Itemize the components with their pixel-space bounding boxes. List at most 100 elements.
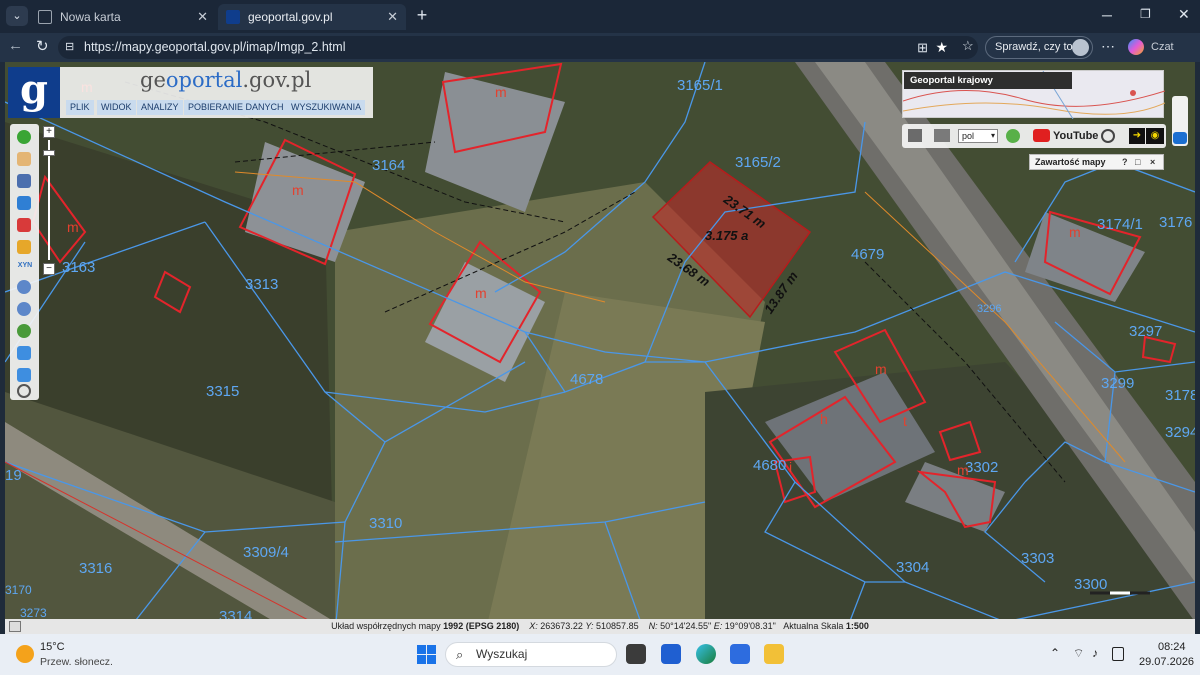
more-menu-icon[interactable]: ⋯ <box>1101 38 1115 55</box>
accessibility-icon[interactable] <box>1101 129 1115 143</box>
info-icon[interactable] <box>17 130 31 144</box>
map-contents-panel[interactable]: Zawartość mapy ? □ × <box>1029 154 1164 170</box>
eye-toggle-icon[interactable] <box>1173 132 1187 144</box>
edge-browser-icon[interactable] <box>696 644 716 664</box>
language-select[interactable]: pol ▾ <box>958 129 998 143</box>
close-panel-button[interactable]: × <box>1150 155 1155 169</box>
parcel-label[interactable]: 4678 <box>570 371 603 388</box>
zoom-track[interactable] <box>48 140 50 260</box>
pan-hand-icon[interactable] <box>17 152 31 166</box>
restore-button[interactable]: □ <box>1135 155 1140 169</box>
tab-geoportal[interactable]: geoportal.gov.pl ✕ <box>218 4 406 30</box>
url-field[interactable]: ⊟ https://mapy.geoportal.gov.pl/imap/Img… <box>58 36 978 59</box>
contrast-eye-icon[interactable]: ◉ <box>1146 128 1164 144</box>
weather-sun-icon[interactable] <box>16 645 34 663</box>
select-area-icon[interactable] <box>17 196 31 210</box>
battery-icon[interactable] <box>1112 647 1124 661</box>
task-view-icon[interactable] <box>626 644 646 664</box>
parcel-label[interactable]: 3176 <box>1159 214 1192 231</box>
tab-nowa-karta[interactable]: Nowa karta ✕ <box>30 4 216 30</box>
favorites-icon[interactable]: ☆ <box>962 38 974 54</box>
site-info-icon[interactable]: ⊟ <box>65 36 74 59</box>
wifi-icon[interactable]: ⌔ <box>1073 646 1084 661</box>
parcel-label[interactable]: 3316 <box>79 560 112 577</box>
parcel-label[interactable]: 3302 <box>965 459 998 476</box>
help-button[interactable]: ? <box>1122 155 1128 169</box>
parcel-label[interactable]: 3303 <box>1021 550 1054 567</box>
pencil-icon[interactable] <box>17 240 31 254</box>
volume-icon[interactable]: ♪ <box>1092 646 1098 660</box>
czat-label[interactable]: Czat <box>1151 41 1174 53</box>
zoom-slider[interactable]: + − <box>43 124 55 276</box>
zoom-minus-button[interactable]: − <box>43 263 55 275</box>
store-icon[interactable] <box>730 644 750 664</box>
parcel-label[interactable]: 3296 <box>977 303 1001 315</box>
parcel-label[interactable]: 3164 <box>372 157 405 174</box>
parcel-label[interactable]: 3178 <box>1165 387 1195 404</box>
parcel-label[interactable]: 3310 <box>369 515 402 532</box>
zoom-handle[interactable] <box>43 150 55 156</box>
weather-desc[interactable]: Przew. słonecz. <box>40 656 113 668</box>
parcel-label[interactable]: 3309/4 <box>243 544 289 561</box>
menu-widok[interactable]: WIDOK <box>97 100 136 115</box>
select-object-icon[interactable] <box>17 218 31 232</box>
zoom-plus-button[interactable]: + <box>43 126 55 138</box>
crosshair-icon[interactable] <box>17 384 31 398</box>
clock-time[interactable]: 08:24 <box>1158 641 1186 653</box>
taskbar-search[interactable]: ⌕ Wyszukaj <box>445 642 617 667</box>
new-tab-button[interactable]: + <box>413 5 431 25</box>
parcel-label[interactable]: 3304 <box>896 559 929 576</box>
xyn-icon[interactable]: XYN <box>15 259 35 273</box>
print-icon[interactable] <box>934 129 950 142</box>
close-icon[interactable]: ✕ <box>197 9 208 25</box>
menu-pobieranie-danych[interactable]: POBIERANIE DANYCH <box>184 100 288 115</box>
parcel-label[interactable]: 3174/1 <box>1097 216 1143 233</box>
zoom-out-icon[interactable] <box>17 302 31 316</box>
minimize-button[interactable]: ─ <box>1102 7 1118 23</box>
parcel-label[interactable]: 3163 <box>62 259 95 276</box>
legend-icon[interactable] <box>908 129 922 142</box>
parcel-label[interactable]: 4680 <box>753 457 786 474</box>
parcel-label[interactable]: 3300 <box>1074 576 1107 593</box>
resize-corner-icon[interactable] <box>9 621 21 632</box>
favorite-star-icon[interactable]: ★ <box>935 36 948 59</box>
zoom-in-icon[interactable] <box>17 280 31 294</box>
maximize-button[interactable]: ❐ <box>1140 7 1156 21</box>
menu-plik[interactable]: PLIK <box>66 100 94 115</box>
parcel-label[interactable]: 3297 <box>1129 323 1162 340</box>
parcel-label[interactable]: 3165/1 <box>677 77 723 94</box>
geoportal-logo[interactable]: g <box>8 67 60 118</box>
back-arrow-icon[interactable]: ← <box>8 37 23 54</box>
parcel-label[interactable]: 3299 <box>1101 375 1134 392</box>
weather-temp[interactable]: 15°C <box>40 641 65 653</box>
app-icon[interactable] <box>661 644 681 664</box>
profile-button[interactable]: Sprawdź, czy to Ty <box>985 36 1093 59</box>
file-explorer-icon[interactable] <box>764 644 784 664</box>
parcel-label[interactable]: 3165/2 <box>735 154 781 171</box>
copilot-icon[interactable] <box>1128 39 1144 55</box>
clock-date[interactable]: 29.07.2026 <box>1139 656 1194 668</box>
parcel-label[interactable]: 4679 <box>851 246 884 263</box>
start-button[interactable] <box>417 645 436 664</box>
tab-actions-button[interactable]: ⌄ <box>6 6 28 26</box>
refresh-icon[interactable]: ↻ <box>36 37 49 55</box>
parcel-label[interactable]: 3313 <box>245 276 278 293</box>
youtube-button[interactable]: YouTube <box>1033 128 1098 144</box>
parcel-label[interactable]: 3170 <box>5 583 32 597</box>
menu-wyszukiwania[interactable]: WYSZUKIWANIA <box>287 100 366 115</box>
layers-icon[interactable] <box>17 174 31 188</box>
app-grid-icon[interactable]: ⊞ <box>917 36 928 59</box>
help-icon[interactable] <box>1006 129 1020 143</box>
parcel-label[interactable]: 3294 <box>1165 424 1195 441</box>
parcel-label[interactable]: 3273 <box>20 606 47 620</box>
parcel-label[interactable]: 19 <box>5 467 22 484</box>
globe-icon[interactable] <box>17 324 31 338</box>
next-view-icon[interactable] <box>17 368 31 382</box>
exit-icon[interactable]: ➜ <box>1129 128 1145 144</box>
previous-view-icon[interactable] <box>17 346 31 360</box>
close-window-button[interactable]: ✕ <box>1178 6 1194 23</box>
menu-analizy[interactable]: ANALIZY <box>137 100 183 115</box>
parcel-label[interactable]: 3315 <box>206 383 239 400</box>
tray-chevron-up-icon[interactable]: ⌃ <box>1050 646 1060 660</box>
close-icon[interactable]: ✕ <box>387 9 398 25</box>
